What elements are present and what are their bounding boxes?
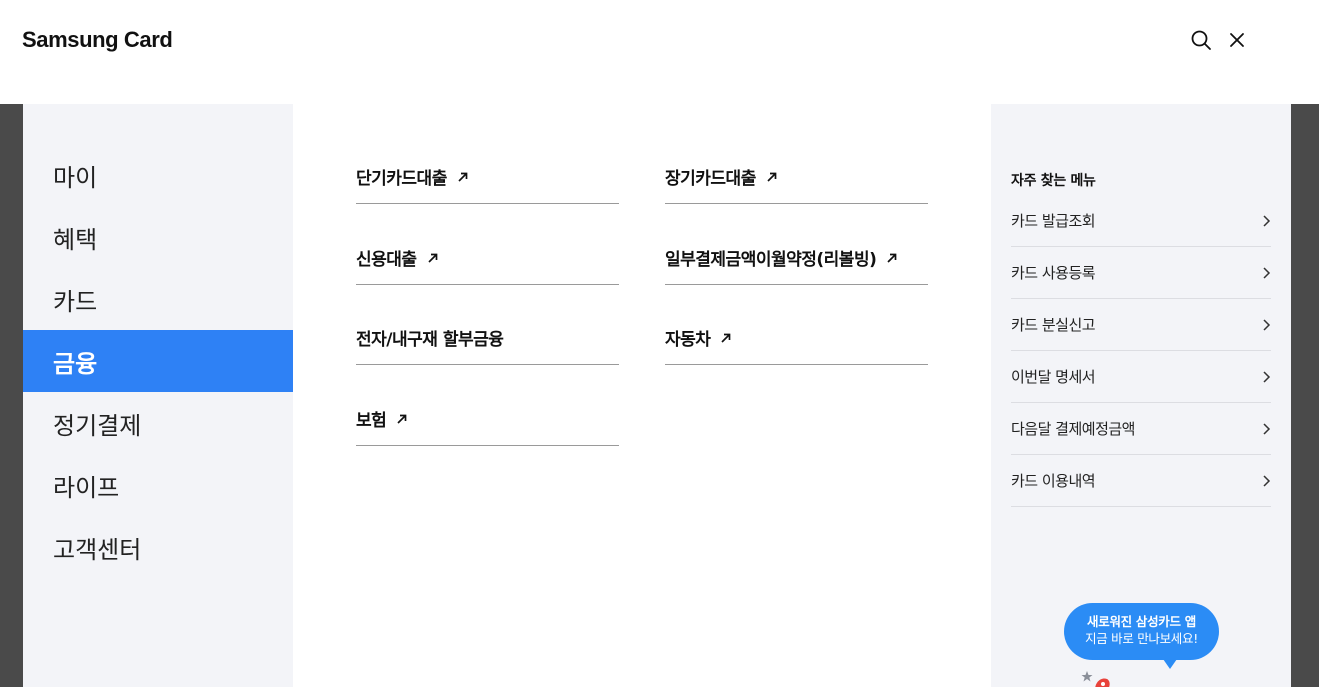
external-link-arrow-icon [766, 171, 778, 183]
menu-link-credit-loan[interactable]: 신용대출 [356, 213, 619, 285]
nav-item-life[interactable]: 라이프 [23, 454, 293, 516]
menu-link-label: 신용대출 [356, 250, 417, 270]
mascot-sparkle-icon [1081, 671, 1110, 687]
nav-item-card[interactable]: 카드 [23, 268, 293, 330]
external-link-arrow-icon [457, 171, 469, 183]
search-icon [1191, 30, 1211, 50]
bubble-tail [1163, 659, 1177, 669]
nav-item-benefits[interactable]: 혜택 [23, 206, 293, 268]
favorite-item-usage-history[interactable]: 카드 이용내역 [1011, 455, 1271, 507]
external-link-arrow-icon [720, 332, 732, 344]
external-link-arrow-icon [427, 252, 439, 264]
chevron-right-icon [1263, 214, 1271, 227]
favorite-item-monthly-statement[interactable]: 이번달 명세서 [1011, 351, 1271, 403]
nav-item-recurring-payment[interactable]: 정기결제 [23, 392, 293, 454]
nav-item-label: 라이프 [53, 473, 120, 502]
external-link-arrow-icon [886, 252, 898, 264]
close-icon [1230, 33, 1244, 47]
nav-item-finance[interactable]: 금융 [23, 330, 293, 392]
nav-item-label: 카드 [53, 287, 98, 316]
nav-item-label: 금융 [53, 349, 98, 378]
search-button[interactable] [1189, 28, 1213, 52]
favorites-panel: 자주 찾는 메뉴 카드 발급조회 카드 사용등록 카드 분실신고 이번달 명세서… [991, 104, 1291, 687]
favorite-item-card-registration[interactable]: 카드 사용등록 [1011, 247, 1271, 299]
menu-link-auto[interactable]: 자동차 [665, 293, 928, 365]
favorite-item-label: 이번달 명세서 [1011, 368, 1096, 386]
favorite-item-label: 다음달 결제예정금액 [1011, 420, 1135, 438]
menu-link-label: 일부결제금액이월약정(리볼빙) [665, 250, 877, 270]
menu-link-revolving[interactable]: 일부결제금액이월약정(리볼빙) [665, 213, 928, 285]
nav-item-label: 고객센터 [53, 535, 142, 564]
menu-link-short-term-card-loan[interactable]: 단기카드대출 [356, 132, 619, 204]
app-promo-line1: 새로워진 삼성카드 앱 [1087, 614, 1196, 629]
header: Samsung Card [0, 0, 1319, 104]
external-link-arrow-icon [396, 413, 408, 425]
favorite-item-card-issue-status[interactable]: 카드 발급조회 [1011, 195, 1271, 247]
menu-link-label: 전자/내구재 할부금융 [356, 330, 504, 350]
favorite-item-lost-card-report[interactable]: 카드 분실신고 [1011, 299, 1271, 351]
category-nav: 마이 혜택 카드 금융 정기결제 라이프 고객센터 [23, 104, 293, 687]
app-promo-bubble[interactable]: 새로워진 삼성카드 앱 지금 바로 만나보세요! [1064, 603, 1219, 669]
favorite-item-label: 카드 사용등록 [1011, 264, 1096, 282]
samsung-card-logo[interactable]: Samsung Card [22, 27, 173, 53]
favorite-item-label: 카드 발급조회 [1011, 212, 1096, 230]
favorite-item-next-month-payment[interactable]: 다음달 결제예정금액 [1011, 403, 1271, 455]
nav-item-label: 혜택 [53, 225, 98, 254]
nav-item-label: 마이 [53, 163, 98, 192]
menu-link-label: 보험 [356, 411, 387, 431]
app-promo-line2: 지금 바로 만나보세요! [1085, 631, 1198, 646]
chevron-right-icon [1263, 318, 1271, 331]
menu-link-insurance[interactable]: 보험 [356, 374, 619, 446]
menu-link-label: 자동차 [665, 330, 711, 350]
chevron-right-icon [1263, 370, 1271, 383]
favorite-item-label: 카드 이용내역 [1011, 472, 1096, 490]
chevron-right-icon [1263, 422, 1271, 435]
chevron-right-icon [1263, 266, 1271, 279]
chevron-right-icon [1263, 474, 1271, 487]
nav-item-customer-center[interactable]: 고객센터 [23, 516, 293, 578]
menu-link-label: 단기카드대출 [356, 169, 447, 189]
all-menu-panel: 마이 혜택 카드 금융 정기결제 라이프 고객센터 단기카드대출 신용대출 전자… [23, 104, 1291, 687]
favorites-title: 자주 찾는 메뉴 [1011, 173, 1096, 189]
menu-link-installment-finance[interactable]: 전자/내구재 할부금융 [356, 293, 619, 365]
menu-link-label: 장기카드대출 [665, 169, 756, 189]
close-menu-button[interactable] [1225, 28, 1249, 52]
favorite-item-label: 카드 분실신고 [1011, 316, 1096, 334]
nav-item-my[interactable]: 마이 [23, 144, 293, 206]
nav-item-label: 정기결제 [53, 411, 142, 440]
menu-link-long-term-card-loan[interactable]: 장기카드대출 [665, 132, 928, 204]
